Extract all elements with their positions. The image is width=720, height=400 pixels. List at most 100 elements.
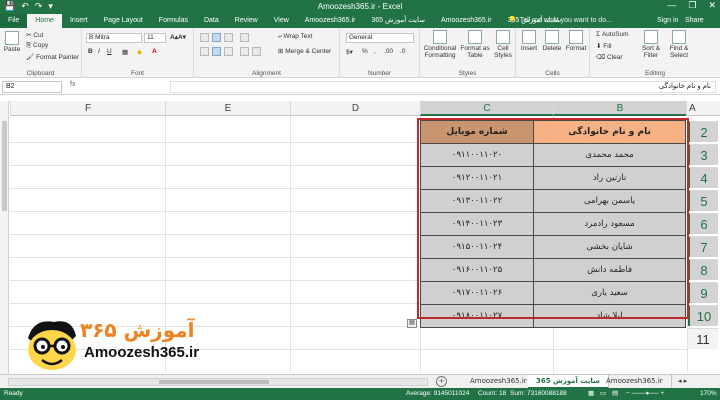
tell-me-box[interactable]: 💡 Tell me what you want to do...	[508, 14, 612, 28]
delete-cells-icon	[545, 30, 559, 44]
close-button[interactable]: ✕	[708, 0, 716, 11]
formula-input[interactable]: نام و نام خانوادگی	[170, 81, 716, 93]
status-sum: Sum: 73160088188	[510, 390, 567, 397]
fx-icon[interactable]: fx	[70, 81, 75, 88]
insert-cells-button[interactable]: Insert	[518, 30, 540, 52]
row-header-7[interactable]: 7	[688, 236, 718, 257]
format-cells-button[interactable]: Format	[564, 30, 588, 52]
align-bottom-icon[interactable]	[224, 33, 233, 42]
grow-font-icon[interactable]: A▴A▾	[170, 33, 186, 41]
tab-custom-3[interactable]: Amoozesh365.ir	[433, 14, 500, 28]
scroll-thumb[interactable]	[159, 380, 269, 384]
zoom-level[interactable]: 170%	[700, 388, 717, 400]
page-break-view-icon[interactable]: ▤	[612, 388, 618, 400]
autosum-button[interactable]: Σ AutoSum	[596, 31, 629, 38]
orientation-icon[interactable]	[240, 33, 249, 42]
tab-view[interactable]: View	[266, 14, 297, 28]
column-header-f[interactable]: F	[10, 101, 165, 116]
bold-icon[interactable]: B	[88, 48, 93, 55]
cut-label: Cut	[33, 32, 44, 39]
font-color-icon[interactable]: A	[152, 48, 157, 55]
alignment-group: ⤶ Wrap Text ⊞ Merge & Center Alignment	[194, 28, 340, 78]
font-name-select[interactable]: B Mitra	[86, 33, 142, 43]
tab-custom-1[interactable]: Amoozesh365.ir	[297, 14, 364, 28]
tab-home[interactable]: Home	[27, 14, 62, 28]
tab-formulas[interactable]: Formulas	[151, 14, 196, 28]
tab-review[interactable]: Review	[227, 14, 266, 28]
share-button[interactable]: Share	[685, 14, 704, 28]
tab-insert[interactable]: Insert	[62, 14, 96, 28]
percent-icon[interactable]: %	[362, 48, 368, 55]
add-sheet-button[interactable]: +	[436, 376, 447, 387]
tab-data[interactable]: Data	[196, 14, 227, 28]
column-header-d[interactable]: D	[290, 101, 420, 116]
restore-button[interactable]: ❐	[688, 0, 696, 11]
row-header-2[interactable]: 2	[688, 121, 718, 142]
row-header-8[interactable]: 8	[688, 259, 718, 280]
comma-icon[interactable]: ,	[374, 48, 376, 55]
minimize-button[interactable]: —	[667, 0, 676, 11]
row-header-3[interactable]: 3	[688, 144, 718, 165]
column-header-b[interactable]: B	[553, 101, 686, 116]
paste-button[interactable]: Paste	[3, 31, 21, 53]
align-middle-icon[interactable]	[212, 33, 221, 42]
currency-icon[interactable]: $▾	[346, 48, 353, 56]
wrap-text-button[interactable]: ⤶ Wrap Text	[278, 33, 312, 41]
zoom-slider[interactable]: − ───●── +	[626, 388, 664, 400]
align-left-icon[interactable]	[200, 47, 209, 56]
row-header-4[interactable]: 4	[688, 167, 718, 188]
horizontal-scrollbar[interactable]	[8, 378, 428, 386]
sheet-tab[interactable]: Amoozesh365.ir	[462, 375, 536, 389]
scroll-thumb[interactable]	[2, 121, 7, 211]
fill-button[interactable]: ⬇ Fill	[596, 42, 612, 50]
sign-in-link[interactable]: Sign in	[657, 14, 678, 28]
sheet-nav-arrows[interactable]: ◂ ▸	[670, 375, 695, 389]
decrease-indent-icon[interactable]	[240, 47, 249, 56]
column-header-a[interactable]: A	[686, 101, 720, 116]
row-header-11[interactable]: 11	[688, 328, 718, 349]
increase-indent-icon[interactable]	[252, 47, 261, 56]
italic-icon[interactable]: I	[98, 48, 100, 55]
sheet-tab[interactable]: Amoozesh365.ir	[598, 375, 672, 389]
find-select-button[interactable]: Find & Select	[666, 30, 692, 59]
cut-button[interactable]: ✂ Cut	[26, 31, 43, 39]
decrease-decimal-icon[interactable]: .0	[400, 48, 405, 55]
increase-decimal-icon[interactable]: .00	[384, 48, 393, 55]
normal-view-icon[interactable]: ▦	[588, 388, 594, 400]
row-header-9[interactable]: 9	[688, 282, 718, 303]
page-layout-view-icon[interactable]: ▭	[600, 388, 606, 400]
name-box[interactable]: B2	[2, 81, 62, 93]
format-as-table-button[interactable]: Format as Table	[460, 30, 490, 59]
sort-filter-button[interactable]: Sort & Filter	[638, 30, 664, 59]
delete-cells-button[interactable]: Delete	[541, 30, 563, 52]
number-format-select[interactable]: General	[346, 33, 414, 43]
tab-custom-2[interactable]: سایت آموزش 365	[363, 14, 433, 28]
format-painter-button[interactable]: 🖌 Format Painter	[26, 53, 79, 61]
row-header-10[interactable]: 10	[688, 305, 718, 326]
window-title: Amoozesh365.ir - Excel	[317, 2, 403, 11]
row-header-6[interactable]: 6	[688, 213, 718, 234]
conditional-formatting-button[interactable]: Conditional Formatting	[422, 30, 458, 59]
merge-center-button[interactable]: ⊞ Merge & Center	[278, 47, 331, 55]
column-header-e[interactable]: E	[165, 101, 290, 116]
row-header-5[interactable]: 5	[688, 190, 718, 211]
clear-button[interactable]: ⌫ Clear	[596, 53, 623, 61]
cells-label: Cells	[545, 70, 560, 77]
tab-file[interactable]: File	[0, 14, 28, 28]
align-top-icon[interactable]	[200, 33, 209, 42]
vertical-scrollbar[interactable]	[0, 101, 9, 374]
column-header-c[interactable]: C	[420, 101, 553, 116]
align-center-icon[interactable]	[212, 47, 221, 56]
sheet-tab-active[interactable]: سایت آموزش 365	[528, 375, 609, 389]
tab-page-layout[interactable]: Page Layout	[95, 14, 150, 28]
underline-icon[interactable]: U	[107, 48, 112, 55]
fill-color-icon[interactable]: ◆	[137, 48, 142, 56]
borders-icon[interactable]: ▦	[122, 48, 128, 56]
align-right-icon[interactable]	[224, 47, 233, 56]
cell-styles-button[interactable]: Cell Styles	[492, 30, 514, 59]
clipboard-label: Clipboard	[26, 70, 55, 77]
merge-label: Merge & Center	[285, 48, 332, 55]
copy-button[interactable]: ⎘ Copy	[26, 42, 48, 50]
quick-analysis-icon[interactable]: ▤	[407, 319, 417, 328]
font-size-select[interactable]: 11	[144, 33, 166, 43]
